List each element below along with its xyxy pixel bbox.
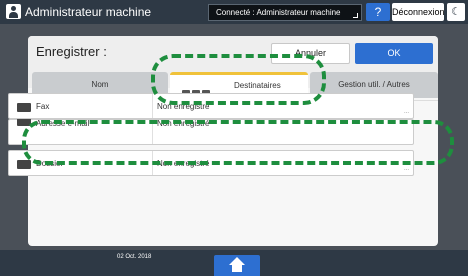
- more-icon: ...: [403, 166, 409, 172]
- highlight-destinations-tab: [151, 54, 326, 105]
- user-icon: [6, 4, 21, 19]
- connection-status[interactable]: Connecté : Administrateur machine: [208, 4, 362, 21]
- date-display: 02 Oct. 2018: [117, 254, 152, 260]
- bottom-bar: 02 Oct. 2018: [0, 250, 468, 276]
- more-icon: ...: [403, 109, 409, 115]
- highlight-fax-row: [22, 120, 454, 165]
- connection-status-label: Connecté : Administrateur machine: [216, 8, 341, 17]
- row-divider: [152, 94, 153, 118]
- page-title: Enregistrer :: [36, 44, 107, 59]
- home-icon[interactable]: [214, 255, 260, 276]
- expand-corner-icon: [353, 13, 358, 18]
- row-label: Fax: [36, 102, 50, 111]
- logout-button[interactable]: Déconnexion: [392, 3, 445, 21]
- fax-icon: [17, 103, 31, 112]
- ok-button[interactable]: OK: [355, 43, 433, 64]
- help-button[interactable]: ?: [366, 3, 390, 21]
- moon-icon[interactable]: ☾: [447, 3, 465, 21]
- folder-icon: [17, 160, 31, 169]
- admin-title: Administrateur machine: [25, 5, 152, 19]
- top-status-bar: Administrateur machine Connecté : Admini…: [0, 0, 468, 24]
